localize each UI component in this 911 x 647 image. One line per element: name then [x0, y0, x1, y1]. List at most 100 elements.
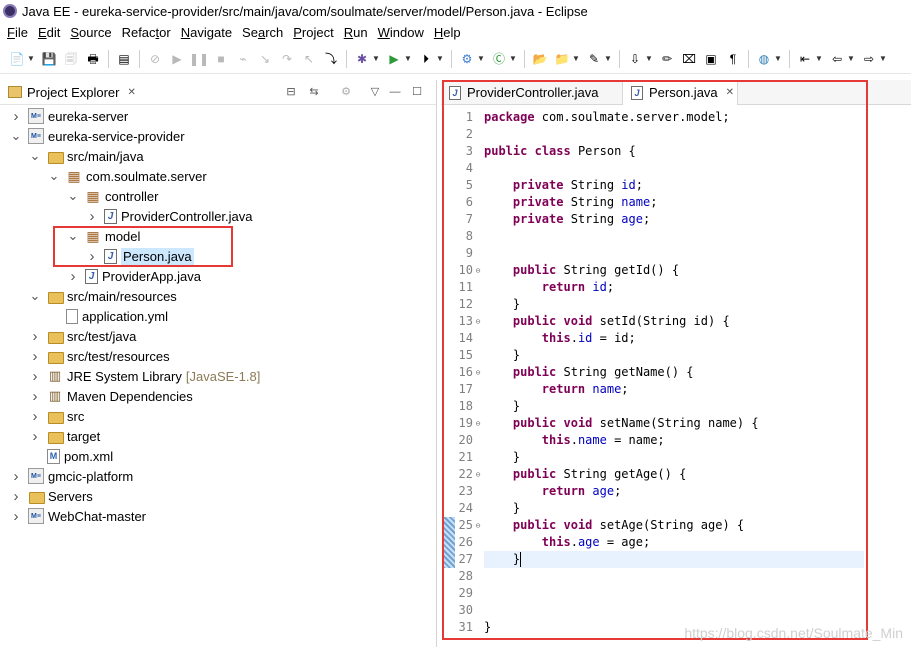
dropdown-arrow-icon[interactable]: ▼ [477, 51, 485, 67]
last-edit-location-icon[interactable]: ⇤ [797, 51, 813, 67]
expanded-chevron-icon[interactable]: ⌄ [29, 289, 41, 302]
dropdown-arrow-icon[interactable]: ▼ [879, 51, 887, 67]
tree-item[interactable]: application.yml [48, 306, 168, 326]
maximize-view-icon[interactable]: ☐ [410, 85, 424, 99]
view-menu-icon[interactable]: ▽ [368, 85, 382, 99]
back-icon[interactable]: ⇦ [829, 51, 845, 67]
collapsed-chevron-icon[interactable]: › [29, 388, 41, 405]
suspend-icon[interactable]: ❚❚ [189, 51, 209, 67]
menu-refactor[interactable]: Refactor [119, 25, 178, 40]
tree-item[interactable]: ⌄ ▦ com.soulmate.server [48, 166, 207, 186]
dropdown-arrow-icon[interactable]: ▼ [509, 51, 517, 67]
dropdown-arrow-icon[interactable]: ▼ [645, 51, 653, 67]
expanded-chevron-icon[interactable]: ⌄ [67, 189, 79, 202]
globe-icon[interactable]: ◍ [756, 51, 772, 67]
tree-item[interactable]: Mpom.xml [29, 446, 113, 466]
step-return-icon[interactable]: ↖ [301, 51, 317, 67]
menu-file[interactable]: File [4, 25, 35, 40]
open-type-icon[interactable]: 📂 [532, 51, 548, 67]
expanded-chevron-icon[interactable]: ⌄ [29, 149, 41, 162]
step-into-icon[interactable]: ↘ [257, 51, 273, 67]
save-icon[interactable]: 💾 [41, 51, 57, 67]
tree-item[interactable]: ⌄ src/main/resources [29, 286, 177, 306]
tree-item[interactable]: › ▥ JRE System Library [JavaSE-1.8] [29, 366, 261, 386]
new-icon[interactable]: 📄 [9, 51, 25, 67]
collapsed-chevron-icon[interactable]: › [29, 408, 41, 425]
expanded-chevron-icon[interactable]: ⌄ [10, 129, 22, 142]
tree-item[interactable]: › ▥ Maven Dependencies [29, 386, 193, 406]
menu-window[interactable]: Window [375, 25, 431, 40]
toggle-block-selection-icon[interactable]: ⌧ [681, 51, 697, 67]
new-server-icon[interactable]: ⚙ [459, 51, 475, 67]
collapse-all-icon[interactable]: ⊟ [284, 85, 298, 99]
dropdown-arrow-icon[interactable]: ▼ [774, 51, 782, 67]
tree-item[interactable]: › J ProviderController.java [86, 206, 253, 226]
file-icon [66, 308, 78, 324]
step-over-icon[interactable]: ↷ [279, 51, 295, 67]
menu-run[interactable]: Run [341, 25, 375, 40]
tree-item[interactable]: › M≡ eureka-server [10, 106, 129, 126]
tree-item[interactable]: › src/test/resources [29, 346, 170, 366]
debug-icon[interactable]: ✱ [354, 51, 370, 67]
tree-item[interactable]: › M≡ gmcic-platform [10, 466, 134, 486]
dropdown-arrow-icon[interactable]: ▼ [604, 51, 612, 67]
collapsed-chevron-icon[interactable]: › [67, 268, 79, 285]
dropdown-arrow-icon[interactable]: ▼ [572, 51, 580, 67]
menu-project[interactable]: Project [290, 25, 340, 40]
menu-edit[interactable]: Edit [35, 25, 67, 40]
run-external-icon[interactable]: ⏵ [418, 51, 434, 67]
print-icon[interactable]: 🖶 [85, 51, 101, 67]
collapsed-chevron-icon[interactable]: › [10, 108, 22, 125]
menu-source[interactable]: Source [67, 25, 118, 40]
dropdown-arrow-icon[interactable]: ▼ [27, 51, 35, 67]
tree-item[interactable]: › src/test/java [29, 326, 137, 346]
collapsed-chevron-icon[interactable]: › [10, 468, 22, 485]
minimize-view-icon[interactable]: — [388, 85, 402, 99]
open-task-icon[interactable]: 📁 [554, 51, 570, 67]
tree-item[interactable]: › M≡ WebChat-master [10, 506, 147, 526]
collapsed-chevron-icon[interactable]: › [29, 428, 41, 445]
search-icon[interactable]: ✎ [586, 51, 602, 67]
dropdown-arrow-icon[interactable]: ▼ [372, 51, 380, 67]
menu-search[interactable]: Search [239, 25, 290, 40]
tree-item[interactable]: ⌄ ▦ controller [67, 186, 159, 206]
dropdown-arrow-icon[interactable]: ▼ [815, 51, 823, 67]
project-explorer-header[interactable]: Project Explorer ✕ ⊟ ⇆ ⚙ ▽ — ☐ [0, 80, 436, 105]
skip-breakpoints-icon[interactable]: ⊘ [147, 51, 163, 67]
dropdown-arrow-icon[interactable]: ▼ [847, 51, 855, 67]
dropdown-arrow-icon[interactable]: ▼ [436, 51, 444, 67]
tree-item[interactable]: › src [29, 406, 85, 426]
toggle-mark-occurrences-icon[interactable]: ✏ [659, 51, 675, 67]
tree-item[interactable]: ⌄ src/main/java [29, 146, 144, 166]
expanded-chevron-icon[interactable]: ⌄ [48, 169, 60, 182]
collapsed-chevron-icon[interactable]: › [29, 328, 41, 345]
resume-icon[interactable]: ▶ [169, 51, 185, 67]
forward-icon[interactable]: ⇨ [861, 51, 877, 67]
disconnect-icon[interactable]: ⌁ [235, 51, 251, 67]
tree-item[interactable]: › target [29, 426, 101, 446]
collapsed-chevron-icon[interactable]: › [10, 488, 22, 505]
save-all-icon[interactable]: 🗐 [63, 51, 79, 67]
tree-item[interactable]: › Servers [10, 486, 93, 506]
link-with-editor-icon[interactable]: ⇆ [307, 85, 321, 99]
next-annotation-icon[interactable]: ⇩ [627, 51, 643, 67]
dropdown-arrow-icon[interactable]: ▼ [404, 51, 412, 67]
collapsed-chevron-icon[interactable]: › [29, 368, 41, 385]
menu-navigate[interactable]: Navigate [178, 25, 239, 40]
terminate-icon[interactable]: ■ [213, 51, 229, 67]
show-whitespace-icon[interactable]: ▣ [703, 51, 719, 67]
tree-item[interactable]: ⌄ M≡ eureka-service-provider [10, 126, 185, 146]
collapsed-chevron-icon[interactable]: › [86, 208, 98, 225]
pilcrow-icon[interactable]: ¶ [725, 51, 741, 67]
run-icon[interactable]: ▶ [386, 51, 402, 67]
terminal-icon[interactable]: ▤ [116, 51, 132, 67]
drop-to-frame-icon[interactable]: ⤵ [323, 51, 339, 67]
filters-icon[interactable]: ⚙ [339, 85, 353, 99]
tree-item[interactable]: › J ProviderApp.java [67, 266, 202, 286]
new-java-class-icon[interactable]: Ⓒ [491, 51, 507, 67]
menu-help[interactable]: Help [431, 25, 468, 40]
collapsed-chevron-icon[interactable]: › [29, 348, 41, 365]
tree-item-label: pom.xml [64, 448, 114, 464]
collapsed-chevron-icon[interactable]: › [10, 508, 22, 525]
close-view-icon[interactable]: ✕ [127, 87, 135, 98]
